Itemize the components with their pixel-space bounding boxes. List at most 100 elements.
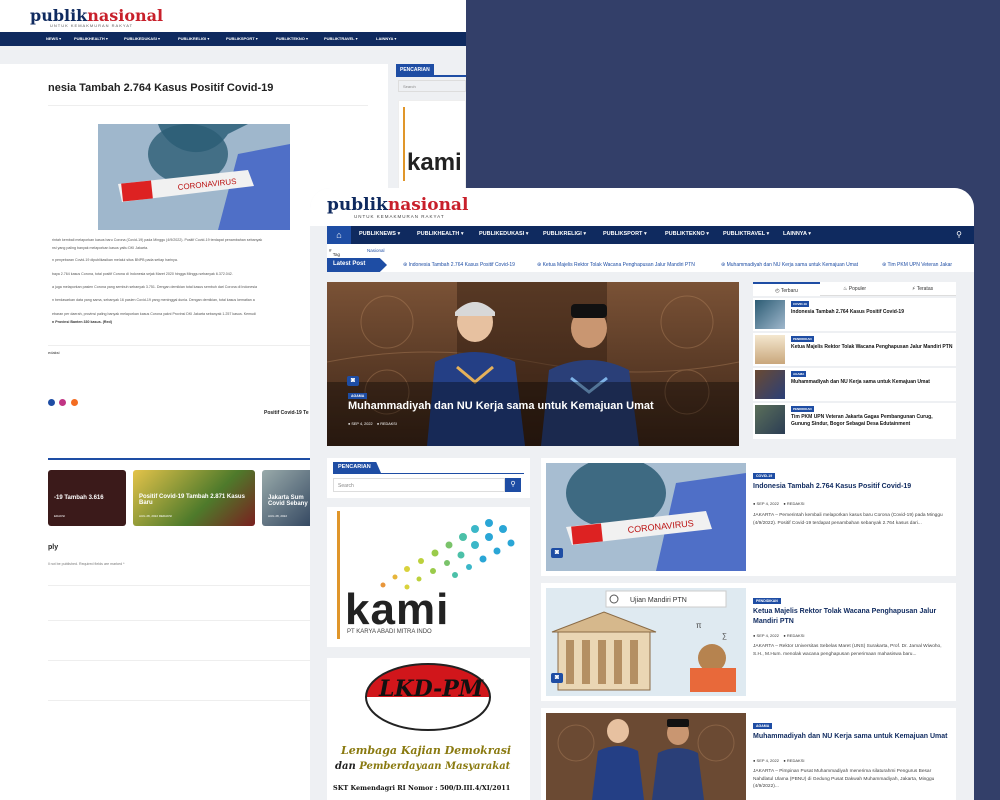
tag-label: # Tag Teratas xyxy=(329,248,348,262)
back-nav-item[interactable]: PUBLIKHEALTH ▾ xyxy=(74,36,108,41)
related-title: -19 Tambah 3.616 xyxy=(54,495,104,501)
tab-item-thumbnail xyxy=(755,300,785,329)
back-author[interactable]: edaksi xyxy=(48,350,60,355)
tab-list-item[interactable]: COVID-19 Indonesia Tambah 2.764 Kasus Po… xyxy=(753,298,956,331)
tab-list-item[interactable]: PENDIDIKAN Tim PKM UPN Veteran Jakarta G… xyxy=(753,403,956,439)
related-meta: EDAKSI xyxy=(54,514,66,518)
back-site-tagline: UNTUK KEMAKMURAN RAKYAT xyxy=(50,23,134,28)
tag-bar: # Tag Teratas Nasional xyxy=(327,244,974,262)
ticker-item[interactable]: ⊛ Tim PKM UPN Veteran Jakar xyxy=(882,262,952,268)
ticker-item[interactable]: ⊛ Muhammadiyah dan NU Kerja sama untuk K… xyxy=(721,262,858,268)
hero-meta: ● SEP 4, 2022 ● REDAKSI xyxy=(348,422,397,426)
ticker-item[interactable]: ⊛ Indonesia Tambah 2.764 Kasus Positif C… xyxy=(403,262,515,268)
divider xyxy=(396,75,466,77)
tab-bar: ◴ Terbaru ♨ Populer ⚡ Teratas xyxy=(753,282,956,296)
site-tagline: UNTUK KEMAKMURAN RAKYAT xyxy=(354,214,445,219)
back-share-icons xyxy=(48,393,78,411)
share-instagram-icon[interactable] xyxy=(59,399,67,406)
post-title[interactable]: Ketua Majelis Rektor Tolak Wacana Pengha… xyxy=(753,607,953,627)
post-category[interactable]: COVID-19 xyxy=(753,473,776,479)
post-meta: ● SEP 4, 2022 ● REDAKSI xyxy=(753,501,805,506)
back-nav-item[interactable]: PUBLIKTEKNO ▾ xyxy=(276,36,308,41)
back-nav-item[interactable]: NEWS ▾ xyxy=(46,36,61,41)
tab-terbaru[interactable]: ◴ Terbaru xyxy=(753,282,820,296)
post-title[interactable]: Muhammadiyah dan NU Kerja sama untuk Kem… xyxy=(753,732,953,742)
post-image-caption: Ujian Mandiri PTN xyxy=(630,597,687,604)
nav-item-publikhealth[interactable]: PUBLIKHEALTH ▾ xyxy=(417,231,464,237)
tab-item-title[interactable]: Indonesia Tambah 2.764 Kasus Positif Cov… xyxy=(791,309,953,316)
post-thumbnail[interactable]: CORONAVIRUS xyxy=(546,463,746,571)
post-excerpt: JAKARTA – Pimpinan Pusat Muhammadiyah me… xyxy=(753,769,935,789)
share-icon[interactable] xyxy=(70,399,78,406)
search-input[interactable]: Search xyxy=(333,478,505,492)
post-title[interactable]: Indonesia Tambah 2.764 Kasus Positif Cov… xyxy=(753,482,953,492)
post-card[interactable]: Ujian Mandiri PTN π ∑ ◙ PENDIDIKAN Ketua… xyxy=(541,583,956,701)
related-meta: AUG 28, 2022 REDAKSI xyxy=(139,514,173,518)
nav-item-publiksport[interactable]: PUBLIKSPORT ▾ xyxy=(603,231,647,237)
nav-item-publikedukasi[interactable]: PUBLIKEDUKASI ▾ xyxy=(479,231,529,237)
divider xyxy=(337,511,340,639)
tab-item-thumbnail xyxy=(755,405,785,434)
nav-item-publikreligi[interactable]: PUBLIKRELIGI ▾ xyxy=(543,231,586,237)
post-excerpt: JAKARTA – Rektor Universitas Sebelas Mar… xyxy=(753,644,942,657)
search-button[interactable]: ⚲ xyxy=(505,478,521,492)
post-card[interactable]: CORONAVIRUS ◙ COVID-19 Indonesia Tambah … xyxy=(541,458,956,576)
tab-item-category[interactable]: AGAMA xyxy=(791,371,807,377)
tab-item-thumbnail xyxy=(755,335,785,364)
post-card[interactable]: AGAMA Muhammadiyah dan NU Kerja sama unt… xyxy=(541,708,956,800)
camera-icon: ◙ xyxy=(551,548,563,558)
back-kami-ad[interactable]: kami xyxy=(398,100,466,190)
back-next-post-link[interactable]: Positif Covid-19 Te xyxy=(264,410,309,416)
tab-populer[interactable]: ♨ Populer xyxy=(821,282,888,296)
kami-sub: PT KARYA ABADI MITRA INDO xyxy=(347,629,432,635)
nav-item-lainnya[interactable]: LAINNYA ▾ xyxy=(783,231,811,237)
hero-title[interactable]: Muhammadiyah dan NU Kerja sama untuk Kem… xyxy=(348,400,654,412)
back-nav-item[interactable]: PUBLIKEDUKASI ▾ xyxy=(124,36,160,41)
share-twitter-icon[interactable] xyxy=(48,399,55,406)
sidebar-search-widget: PENCARIAN Search ⚲ xyxy=(327,458,530,498)
back-nav-item[interactable]: LAINNYA ▾ xyxy=(376,36,396,41)
back-nav-item[interactable]: PUBLIKTRAVEL ▾ xyxy=(324,36,358,41)
back-related-card[interactable]: Positif Covid-19 Tambah 2.871 Kasus Baru… xyxy=(133,470,255,526)
kami-logo-text: kami xyxy=(345,585,450,634)
tab-item-category[interactable]: PENDIDIKAN xyxy=(791,336,814,342)
back-article-headline: nesia Tambah 2.764 Kasus Positif Covid-1… xyxy=(48,82,274,94)
home-icon[interactable]: ⌂ xyxy=(327,226,351,244)
back-related-card[interactable]: -19 Tambah 3.616 EDAKSI xyxy=(48,470,126,526)
lkd-pm-advertisement[interactable]: LKD-PM Lembaga Kajian Demokrasi dan Pemb… xyxy=(327,658,530,800)
tab-item-title[interactable]: Ketua Majelis Rektor Tolak Wacana Pengha… xyxy=(791,344,953,351)
tab-item-category[interactable]: COVID-19 xyxy=(791,301,809,307)
hero-featured-post[interactable]: ◙ AGAMA Muhammadiyah dan NU Kerja sama u… xyxy=(327,282,739,446)
divider xyxy=(48,105,368,106)
ticker-item[interactable]: ⊛ Ketua Majelis Rektor Tolak Wacana Peng… xyxy=(537,262,695,268)
tab-item-category[interactable]: PENDIDIKAN xyxy=(791,406,814,412)
back-nav-item[interactable]: PUBLIKSPORT ▾ xyxy=(226,36,258,41)
back-reply-title: ply xyxy=(48,544,59,551)
nav-item-publiktekno[interactable]: PUBLIKTEKNO ▾ xyxy=(665,231,709,237)
tag-link[interactable]: Nasional xyxy=(367,248,385,253)
tab-teratas[interactable]: ⚡ Teratas xyxy=(889,282,956,296)
post-meta: ● SEP 4, 2022 ● REDAKSI xyxy=(753,633,805,638)
tab-list-item[interactable]: AGAMA Muhammadiyah dan NU Kerja sama unt… xyxy=(753,368,956,401)
back-nav-item[interactable]: PUBLIKRELIGI ▾ xyxy=(178,36,209,41)
nav-item-publiknews[interactable]: PUBLIKNEWS ▾ xyxy=(359,231,400,237)
kami-advertisement[interactable]: kami PT KARYA ABADI MITRA INDO xyxy=(327,507,530,647)
svg-text:∑: ∑ xyxy=(722,633,727,640)
post-meta: ● SEP 4, 2022 ● REDAKSI xyxy=(753,758,805,763)
search-icon[interactable]: ⚲ xyxy=(956,230,962,239)
related-title: Positif Covid-19 Tambah 2.871 Kasus Baru xyxy=(139,494,245,506)
post-category[interactable]: AGAMA xyxy=(753,723,773,729)
tab-item-title[interactable]: Tim PKM UPN Veteran Jakarta Gagas Pemban… xyxy=(791,414,953,428)
post-thumbnail[interactable]: Ujian Mandiri PTN π ∑ xyxy=(546,588,746,696)
site-logo[interactable]: publiknasional xyxy=(327,195,468,215)
tab-list-item[interactable]: PENDIDIKAN Ketua Majelis Rektor Tolak Wa… xyxy=(753,333,956,366)
post-category[interactable]: PENDIDIKAN xyxy=(753,598,781,604)
nav-item-publiktravel[interactable]: PUBLIKTRAVEL ▾ xyxy=(723,231,769,237)
camera-icon: ◙ xyxy=(347,376,359,386)
hero-category-badge[interactable]: AGAMA xyxy=(348,393,368,399)
svg-text:π: π xyxy=(696,621,702,630)
back-gap xyxy=(0,46,466,64)
post-thumbnail[interactable] xyxy=(546,713,746,800)
back-sidebar-search-input[interactable]: Search xyxy=(398,80,466,92)
tab-item-title[interactable]: Muhammadiyah dan NU Kerja sama untuk Kem… xyxy=(791,379,953,386)
